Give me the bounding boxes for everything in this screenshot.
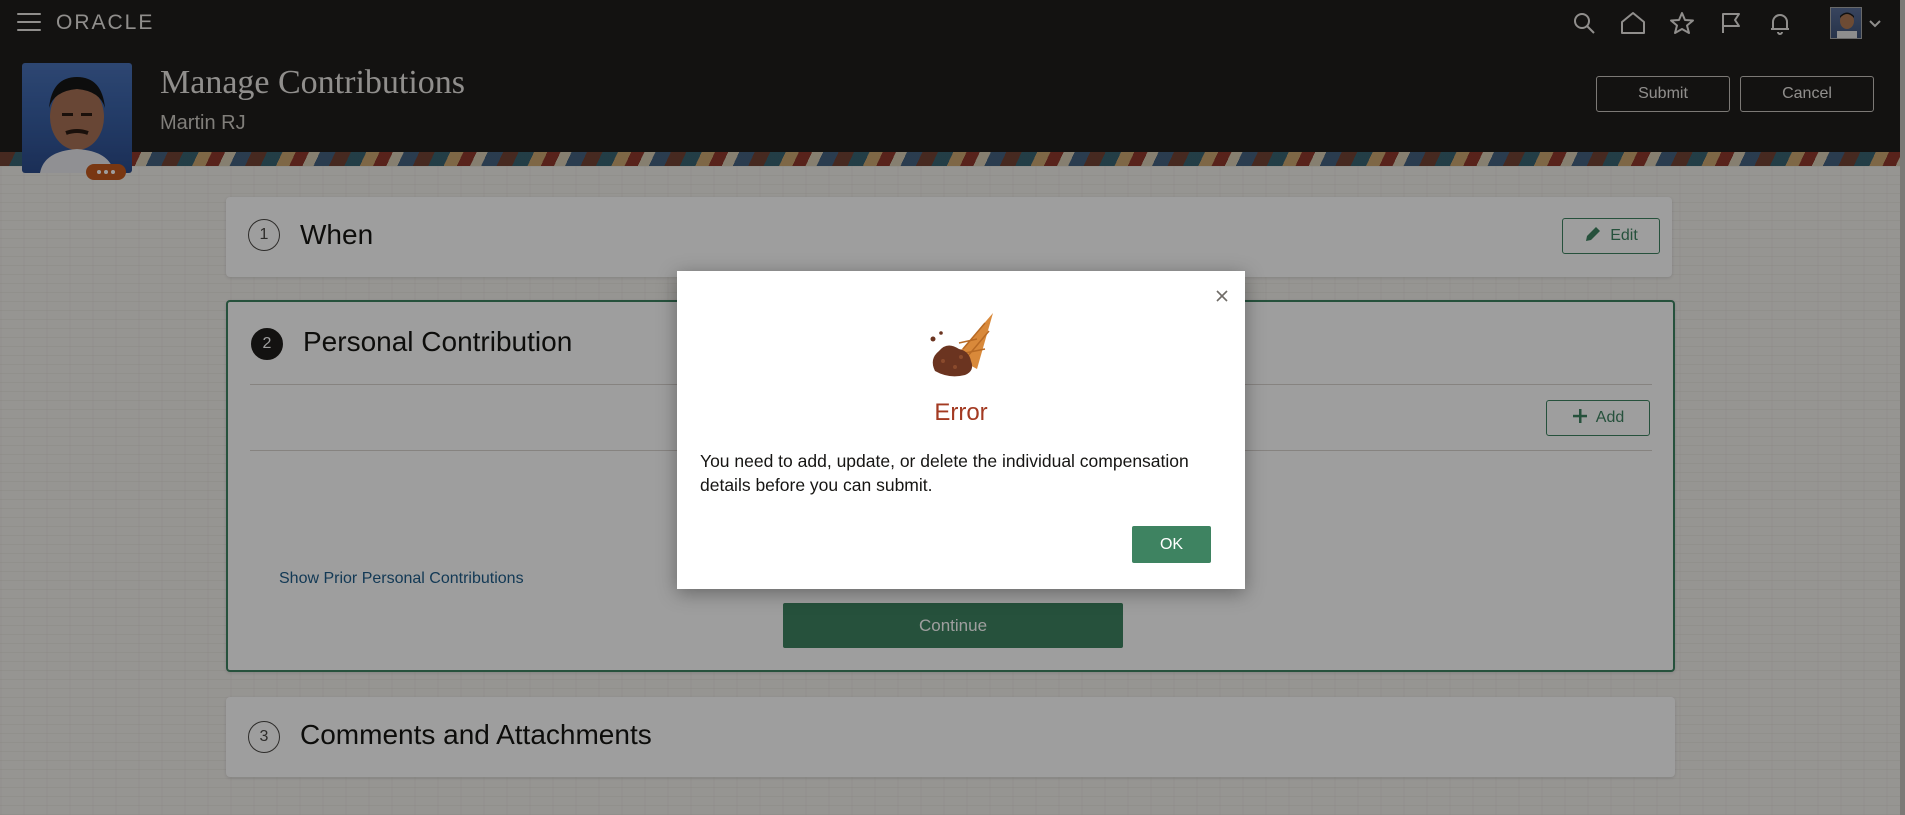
dialog-message: You need to add, update, or delete the i… [700,451,1189,495]
error-dialog: Error You need to add, update, or delete… [677,271,1245,589]
dropped-ice-cream-icon [925,309,997,381]
dialog-title: Error [934,399,988,426]
close-icon[interactable] [1213,287,1231,305]
ok-button[interactable]: OK [1132,526,1211,563]
